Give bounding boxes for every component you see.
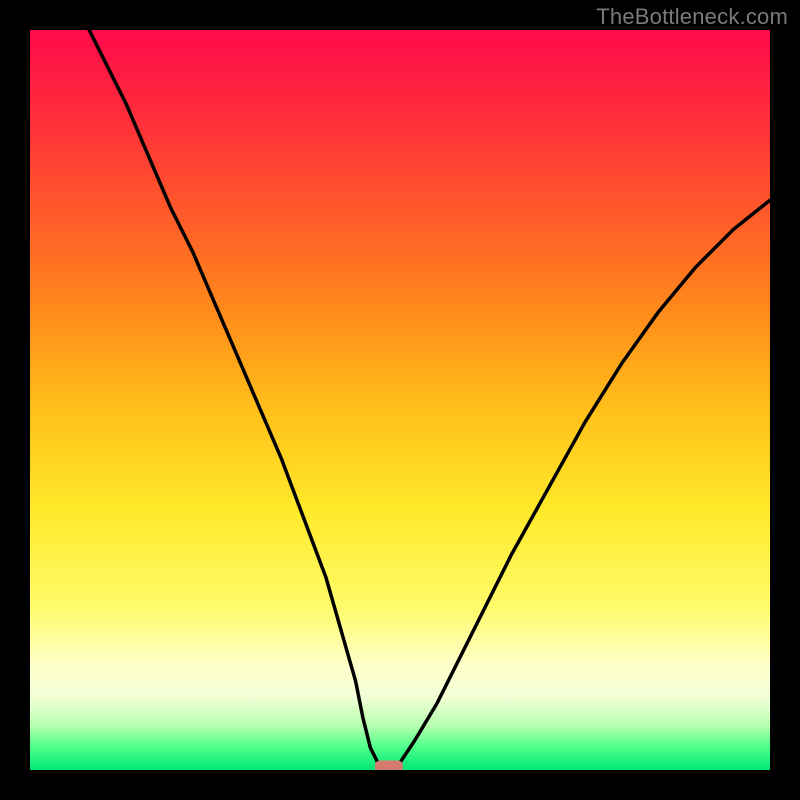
chart-frame: TheBottleneck.com	[0, 0, 800, 800]
plot-area	[30, 30, 770, 770]
attribution-label: TheBottleneck.com	[596, 4, 788, 30]
optimum-marker	[375, 761, 403, 771]
curve-layer	[30, 30, 770, 770]
bottleneck-curve	[89, 30, 770, 770]
